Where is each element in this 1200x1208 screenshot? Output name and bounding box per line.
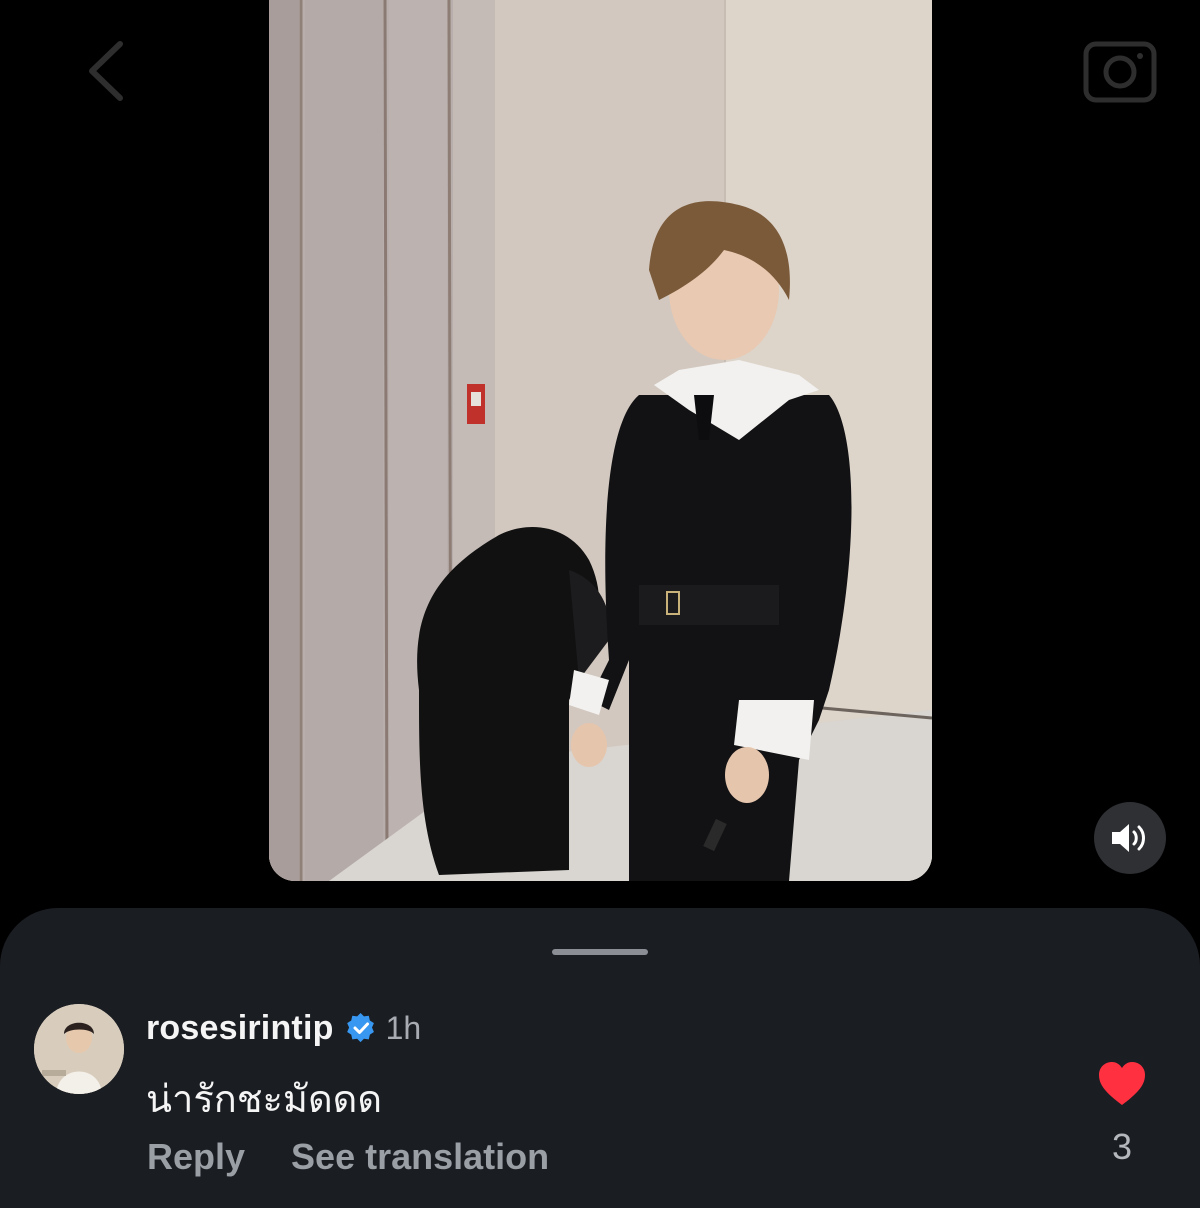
chevron-left-icon: [89, 41, 123, 101]
comment-text: น่ารักชะมัดดด: [146, 1079, 383, 1121]
avatar[interactable]: [34, 1004, 124, 1094]
video-frame: [269, 0, 932, 881]
camera-icon: [1083, 41, 1157, 103]
comment-actions: Reply See translation: [147, 1136, 549, 1178]
like-count: 3: [1111, 1126, 1133, 1167]
speaker-icon: [1112, 824, 1145, 852]
heart-icon[interactable]: [1096, 1058, 1148, 1110]
back-button[interactable]: [78, 36, 138, 106]
camera-button[interactable]: [1082, 36, 1158, 106]
verified-badge-icon: [346, 1013, 374, 1043]
sheet-grabber[interactable]: [552, 949, 648, 955]
avatar-image: [34, 1004, 124, 1094]
reply-button[interactable]: Reply: [147, 1136, 245, 1178]
video-player[interactable]: [269, 0, 932, 881]
comment-username[interactable]: rosesirintip: [146, 1009, 334, 1048]
sound-toggle-button[interactable]: [1094, 802, 1166, 874]
comments-sheet: rosesirintip 1h น่ารักชะมัดดด Reply See …: [0, 908, 1200, 1208]
comment-header: rosesirintip 1h: [146, 1006, 421, 1050]
see-translation-button[interactable]: See translation: [291, 1136, 549, 1178]
comment-time: 1h: [385, 1009, 422, 1046]
